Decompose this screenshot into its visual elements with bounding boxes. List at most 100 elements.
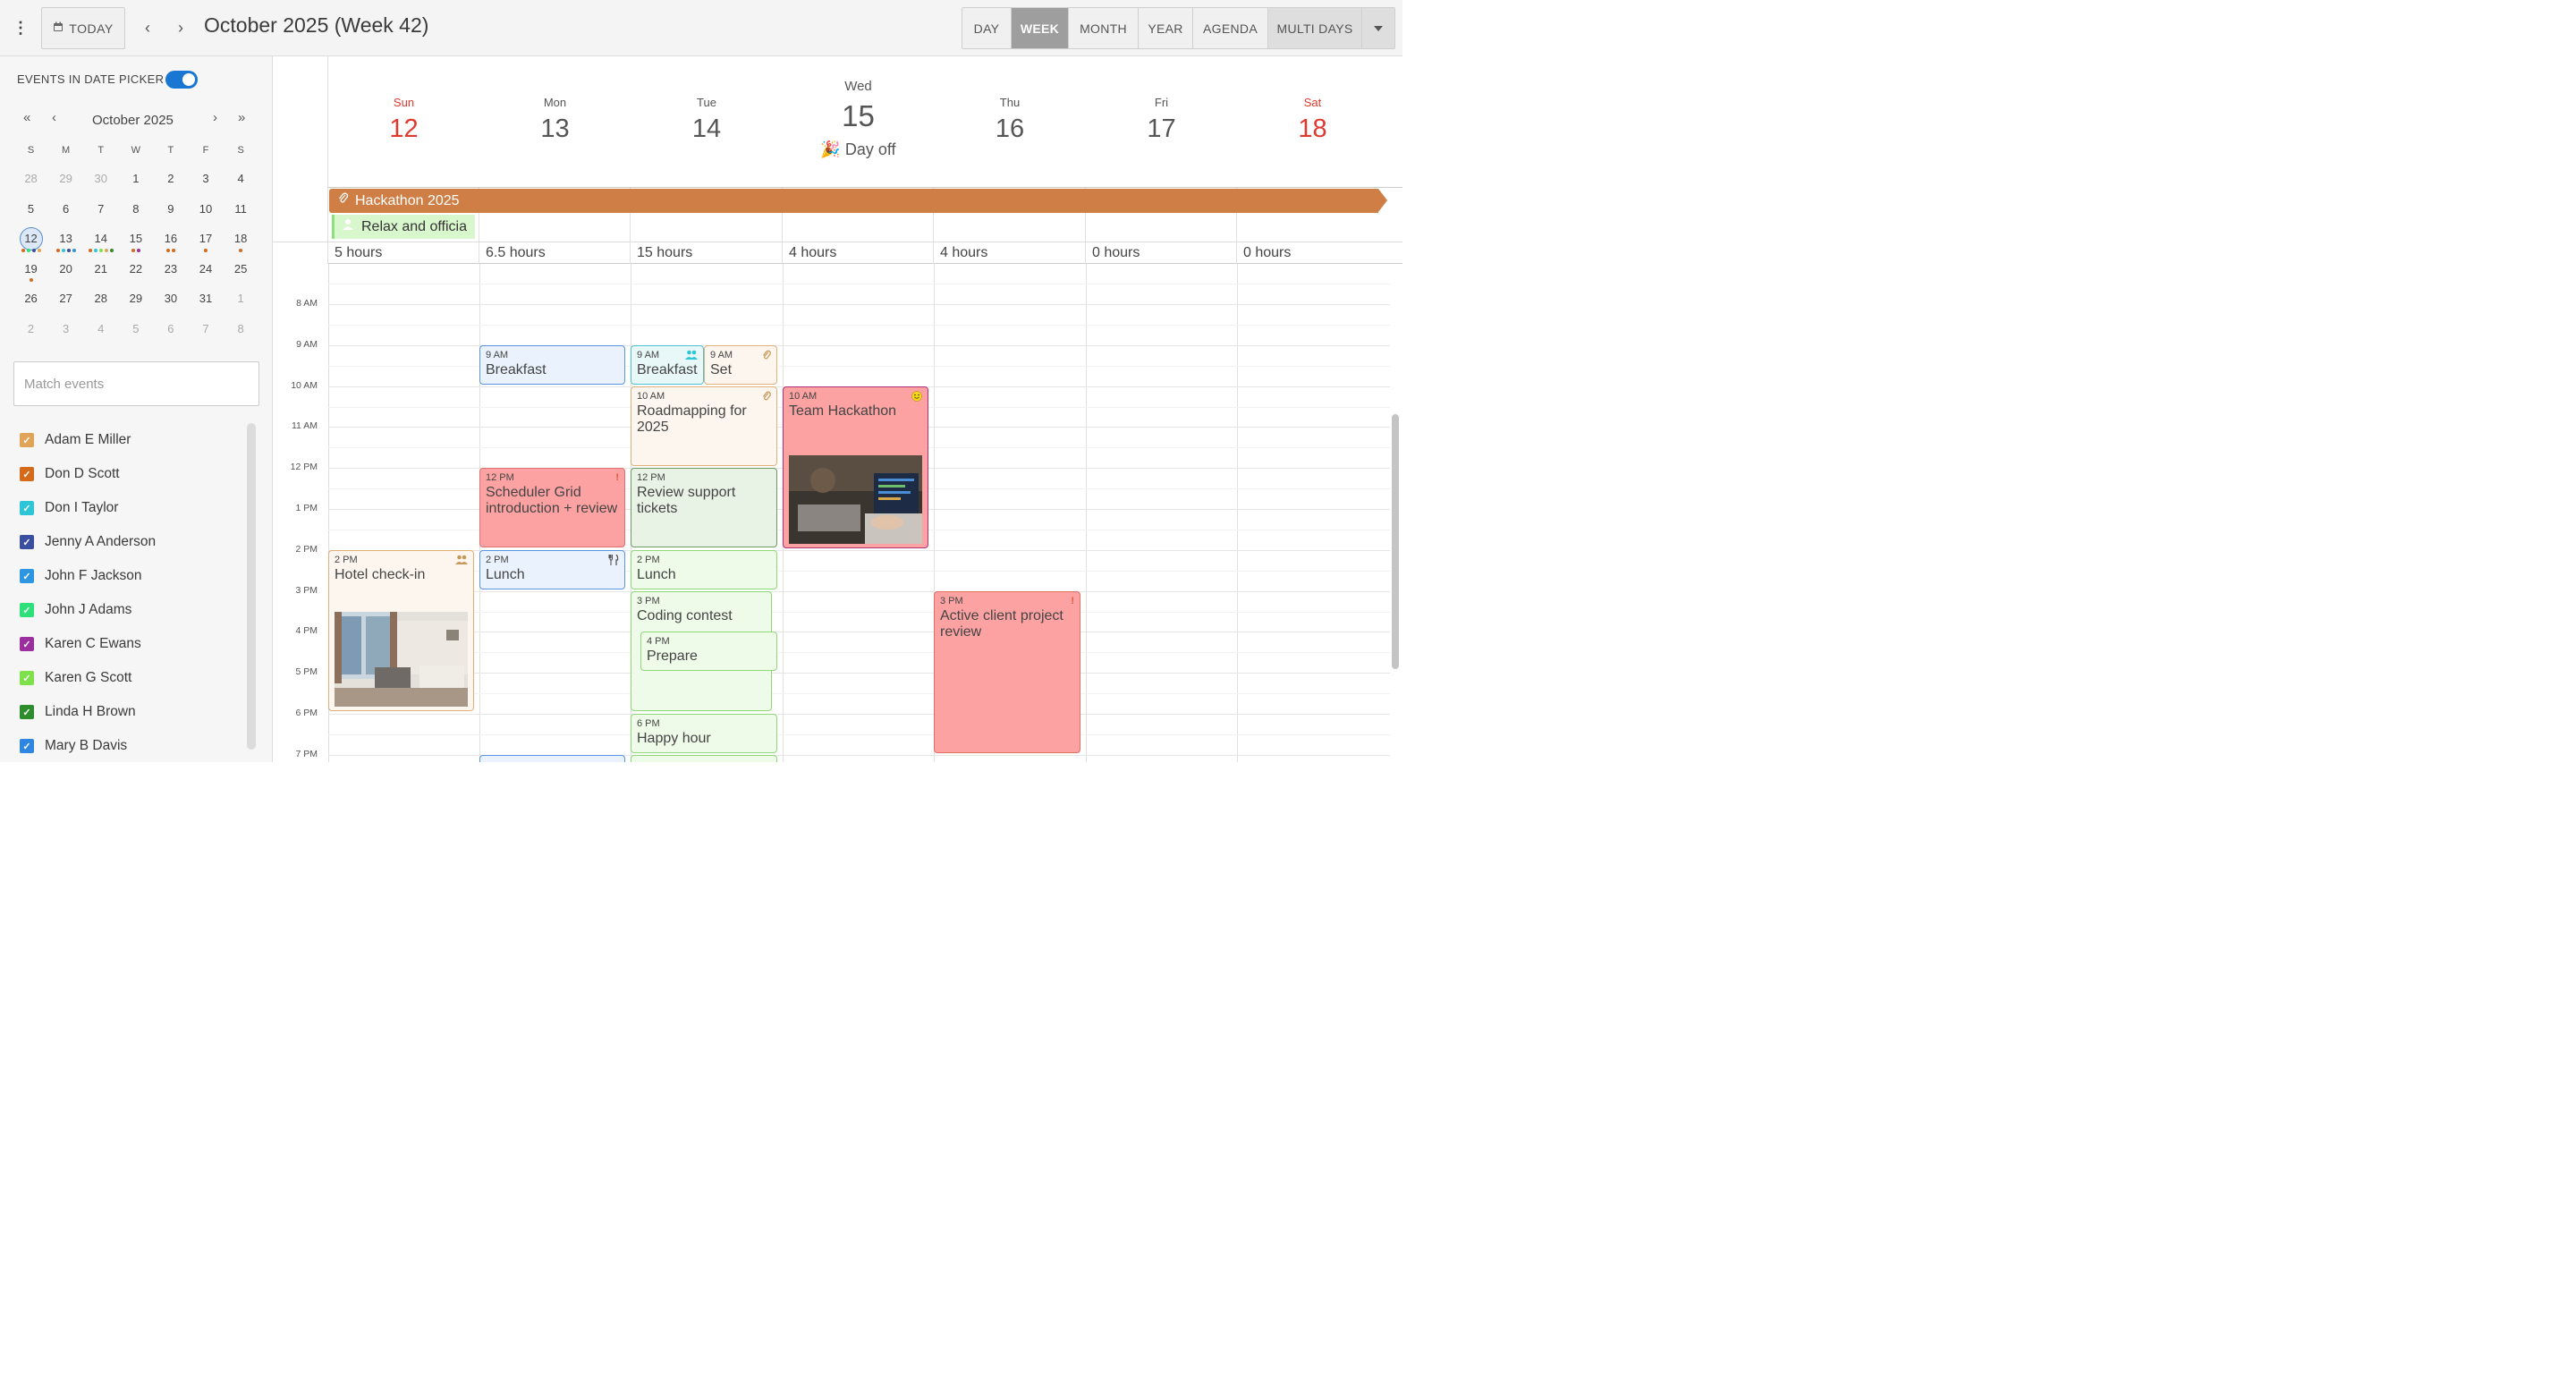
checkbox[interactable]: ✓ — [20, 501, 34, 515]
events-toggle[interactable] — [165, 71, 198, 89]
chevron-down-icon[interactable] — [1362, 8, 1394, 48]
resource-item[interactable]: ✓ Don I Taylor — [20, 498, 118, 518]
date-cell[interactable]: 2 — [153, 165, 188, 195]
search-input[interactable]: Match events — [13, 361, 259, 406]
event-evening-mon[interactable] — [479, 755, 625, 762]
menu-icon[interactable]: ⋮ — [11, 16, 30, 39]
resource-item[interactable]: ✓ Don D Scott — [20, 464, 120, 484]
resource-item[interactable]: ✓ Adam E Miller — [20, 430, 131, 450]
view-month-button[interactable]: MONTH — [1069, 8, 1139, 48]
day-header-mon[interactable]: Mon 13 — [479, 56, 631, 188]
date-cell[interactable]: 5 — [118, 315, 153, 345]
date-cell[interactable]: 7 — [188, 315, 223, 345]
date-cell[interactable]: 28 — [83, 284, 118, 315]
event-evening-tue[interactable] — [631, 755, 777, 762]
event-lunch-mon[interactable]: 2 PM Lunch — [479, 550, 625, 589]
date-cell[interactable]: 20 — [48, 255, 83, 285]
resource-item[interactable]: ✓ Mary B Davis — [20, 736, 127, 756]
date-cell[interactable]: 14 — [83, 225, 118, 255]
resource-item[interactable]: ✓ Karen C Ewans — [20, 634, 141, 654]
date-cell[interactable]: 10 — [188, 195, 223, 225]
day-header-wed[interactable]: Wed 15 🎉 Day off — [783, 56, 934, 188]
day-header-sat[interactable]: Sat 18 — [1237, 56, 1388, 188]
date-cell[interactable]: 1 — [224, 284, 258, 315]
event-lunch-tue[interactable]: 2 PM Lunch — [631, 550, 777, 589]
date-cell[interactable]: 7 — [83, 195, 118, 225]
prev-month-icon[interactable]: ‹ — [52, 110, 56, 125]
day-header-fri[interactable]: Fri 17 — [1086, 56, 1237, 188]
date-cell[interactable]: 11 — [224, 195, 258, 225]
date-cell[interactable]: 4 — [224, 165, 258, 195]
allday-event-relax[interactable]: Relax and officia — [332, 215, 475, 239]
date-cell[interactable]: 18 — [224, 225, 258, 255]
date-cell[interactable]: 6 — [48, 195, 83, 225]
resource-item[interactable]: ✓ John F Jackson — [20, 566, 142, 586]
resource-item[interactable]: ✓ Linda H Brown — [20, 702, 136, 722]
event-team-hackathon[interactable]: 10 AM Team Hackathon — [783, 386, 928, 548]
allday-event-hackathon[interactable]: Hackathon 2025 — [329, 189, 1378, 213]
checkbox[interactable]: ✓ — [20, 569, 34, 583]
event-breakfast-tue[interactable]: 9 AM Breakfast — [631, 345, 704, 385]
date-cell[interactable]: 13 — [48, 225, 83, 255]
date-cell[interactable]: 22 — [118, 255, 153, 285]
checkbox[interactable]: ✓ — [20, 535, 34, 549]
date-cell[interactable]: 6 — [153, 315, 188, 345]
previous-icon[interactable]: ‹ — [137, 16, 158, 39]
event-scheduler-grid[interactable]: 12 PM Scheduler Grid introduction + revi… — [479, 468, 625, 547]
event-breakfast-mon[interactable]: 9 AM Breakfast — [479, 345, 625, 385]
date-cell[interactable]: 9 — [153, 195, 188, 225]
date-cell[interactable]: 28 — [13, 165, 48, 195]
prev-year-icon[interactable]: « — [23, 110, 30, 125]
date-cell[interactable]: 5 — [13, 195, 48, 225]
day-header-sun[interactable]: Sun 12 — [328, 56, 479, 188]
checkbox[interactable]: ✓ — [20, 671, 34, 685]
date-cell[interactable]: 29 — [118, 284, 153, 315]
today-button[interactable]: TODAY — [41, 7, 125, 49]
next-month-icon[interactable]: › — [213, 110, 217, 125]
date-cell-today[interactable]: 12 — [13, 225, 48, 255]
date-cell[interactable]: 16 — [153, 225, 188, 255]
view-day-button[interactable]: DAY — [962, 8, 1012, 48]
checkbox[interactable]: ✓ — [20, 433, 34, 447]
date-cell[interactable]: 31 — [188, 284, 223, 315]
resource-item[interactable]: ✓ Jenny A Anderson — [20, 532, 156, 552]
date-cell[interactable]: 30 — [153, 284, 188, 315]
scrollbar[interactable] — [247, 423, 256, 750]
checkbox[interactable]: ✓ — [20, 739, 34, 753]
next-icon[interactable]: › — [170, 16, 191, 39]
date-cell[interactable]: 30 — [83, 165, 118, 195]
date-cell[interactable]: 3 — [188, 165, 223, 195]
checkbox[interactable]: ✓ — [20, 705, 34, 719]
view-year-button[interactable]: YEAR — [1139, 8, 1193, 48]
resource-item[interactable]: ✓ Karen G Scott — [20, 668, 131, 688]
day-header-tue[interactable]: Tue 14 — [631, 56, 783, 188]
checkbox[interactable]: ✓ — [20, 637, 34, 651]
date-cell[interactable]: 3 — [48, 315, 83, 345]
view-agenda-button[interactable]: AGENDA — [1193, 8, 1268, 48]
date-cell[interactable]: 19 — [13, 255, 48, 285]
resource-item[interactable]: ✓ John J Adams — [20, 600, 131, 620]
date-cell[interactable]: 4 — [83, 315, 118, 345]
date-cell[interactable]: 8 — [224, 315, 258, 345]
date-cell[interactable]: 21 — [83, 255, 118, 285]
date-cell[interactable]: 29 — [48, 165, 83, 195]
next-year-icon[interactable]: » — [238, 110, 245, 125]
date-cell[interactable]: 15 — [118, 225, 153, 255]
time-grid[interactable]: 8 AM 9 AM 10 AM 11 AM 12 PM 1 PM 2 PM 3 … — [273, 264, 1402, 762]
scrollbar[interactable] — [1392, 414, 1399, 669]
date-cell[interactable]: 24 — [188, 255, 223, 285]
date-cell[interactable]: 26 — [13, 284, 48, 315]
date-cell[interactable]: 1 — [118, 165, 153, 195]
event-roadmapping[interactable]: 10 AM Roadmapping for 2025 — [631, 386, 777, 466]
view-week-button[interactable]: WEEK — [1012, 8, 1069, 48]
view-multi-days-button[interactable]: MULTI DAYS — [1268, 8, 1362, 48]
event-set-tue[interactable]: 9 AM Set — [704, 345, 777, 385]
date-cell[interactable]: 8 — [118, 195, 153, 225]
event-prepare[interactable]: 4 PM Prepare — [640, 632, 777, 671]
date-cell[interactable]: 17 — [188, 225, 223, 255]
day-header-thu[interactable]: Thu 16 — [934, 56, 1086, 188]
event-active-client-review[interactable]: 3 PM Active client project review ! — [934, 591, 1080, 753]
event-happy-hour[interactable]: 6 PM Happy hour — [631, 714, 777, 753]
date-cell[interactable]: 27 — [48, 284, 83, 315]
event-hotel-check-in[interactable]: 2 PM Hotel check-in — [328, 550, 474, 711]
